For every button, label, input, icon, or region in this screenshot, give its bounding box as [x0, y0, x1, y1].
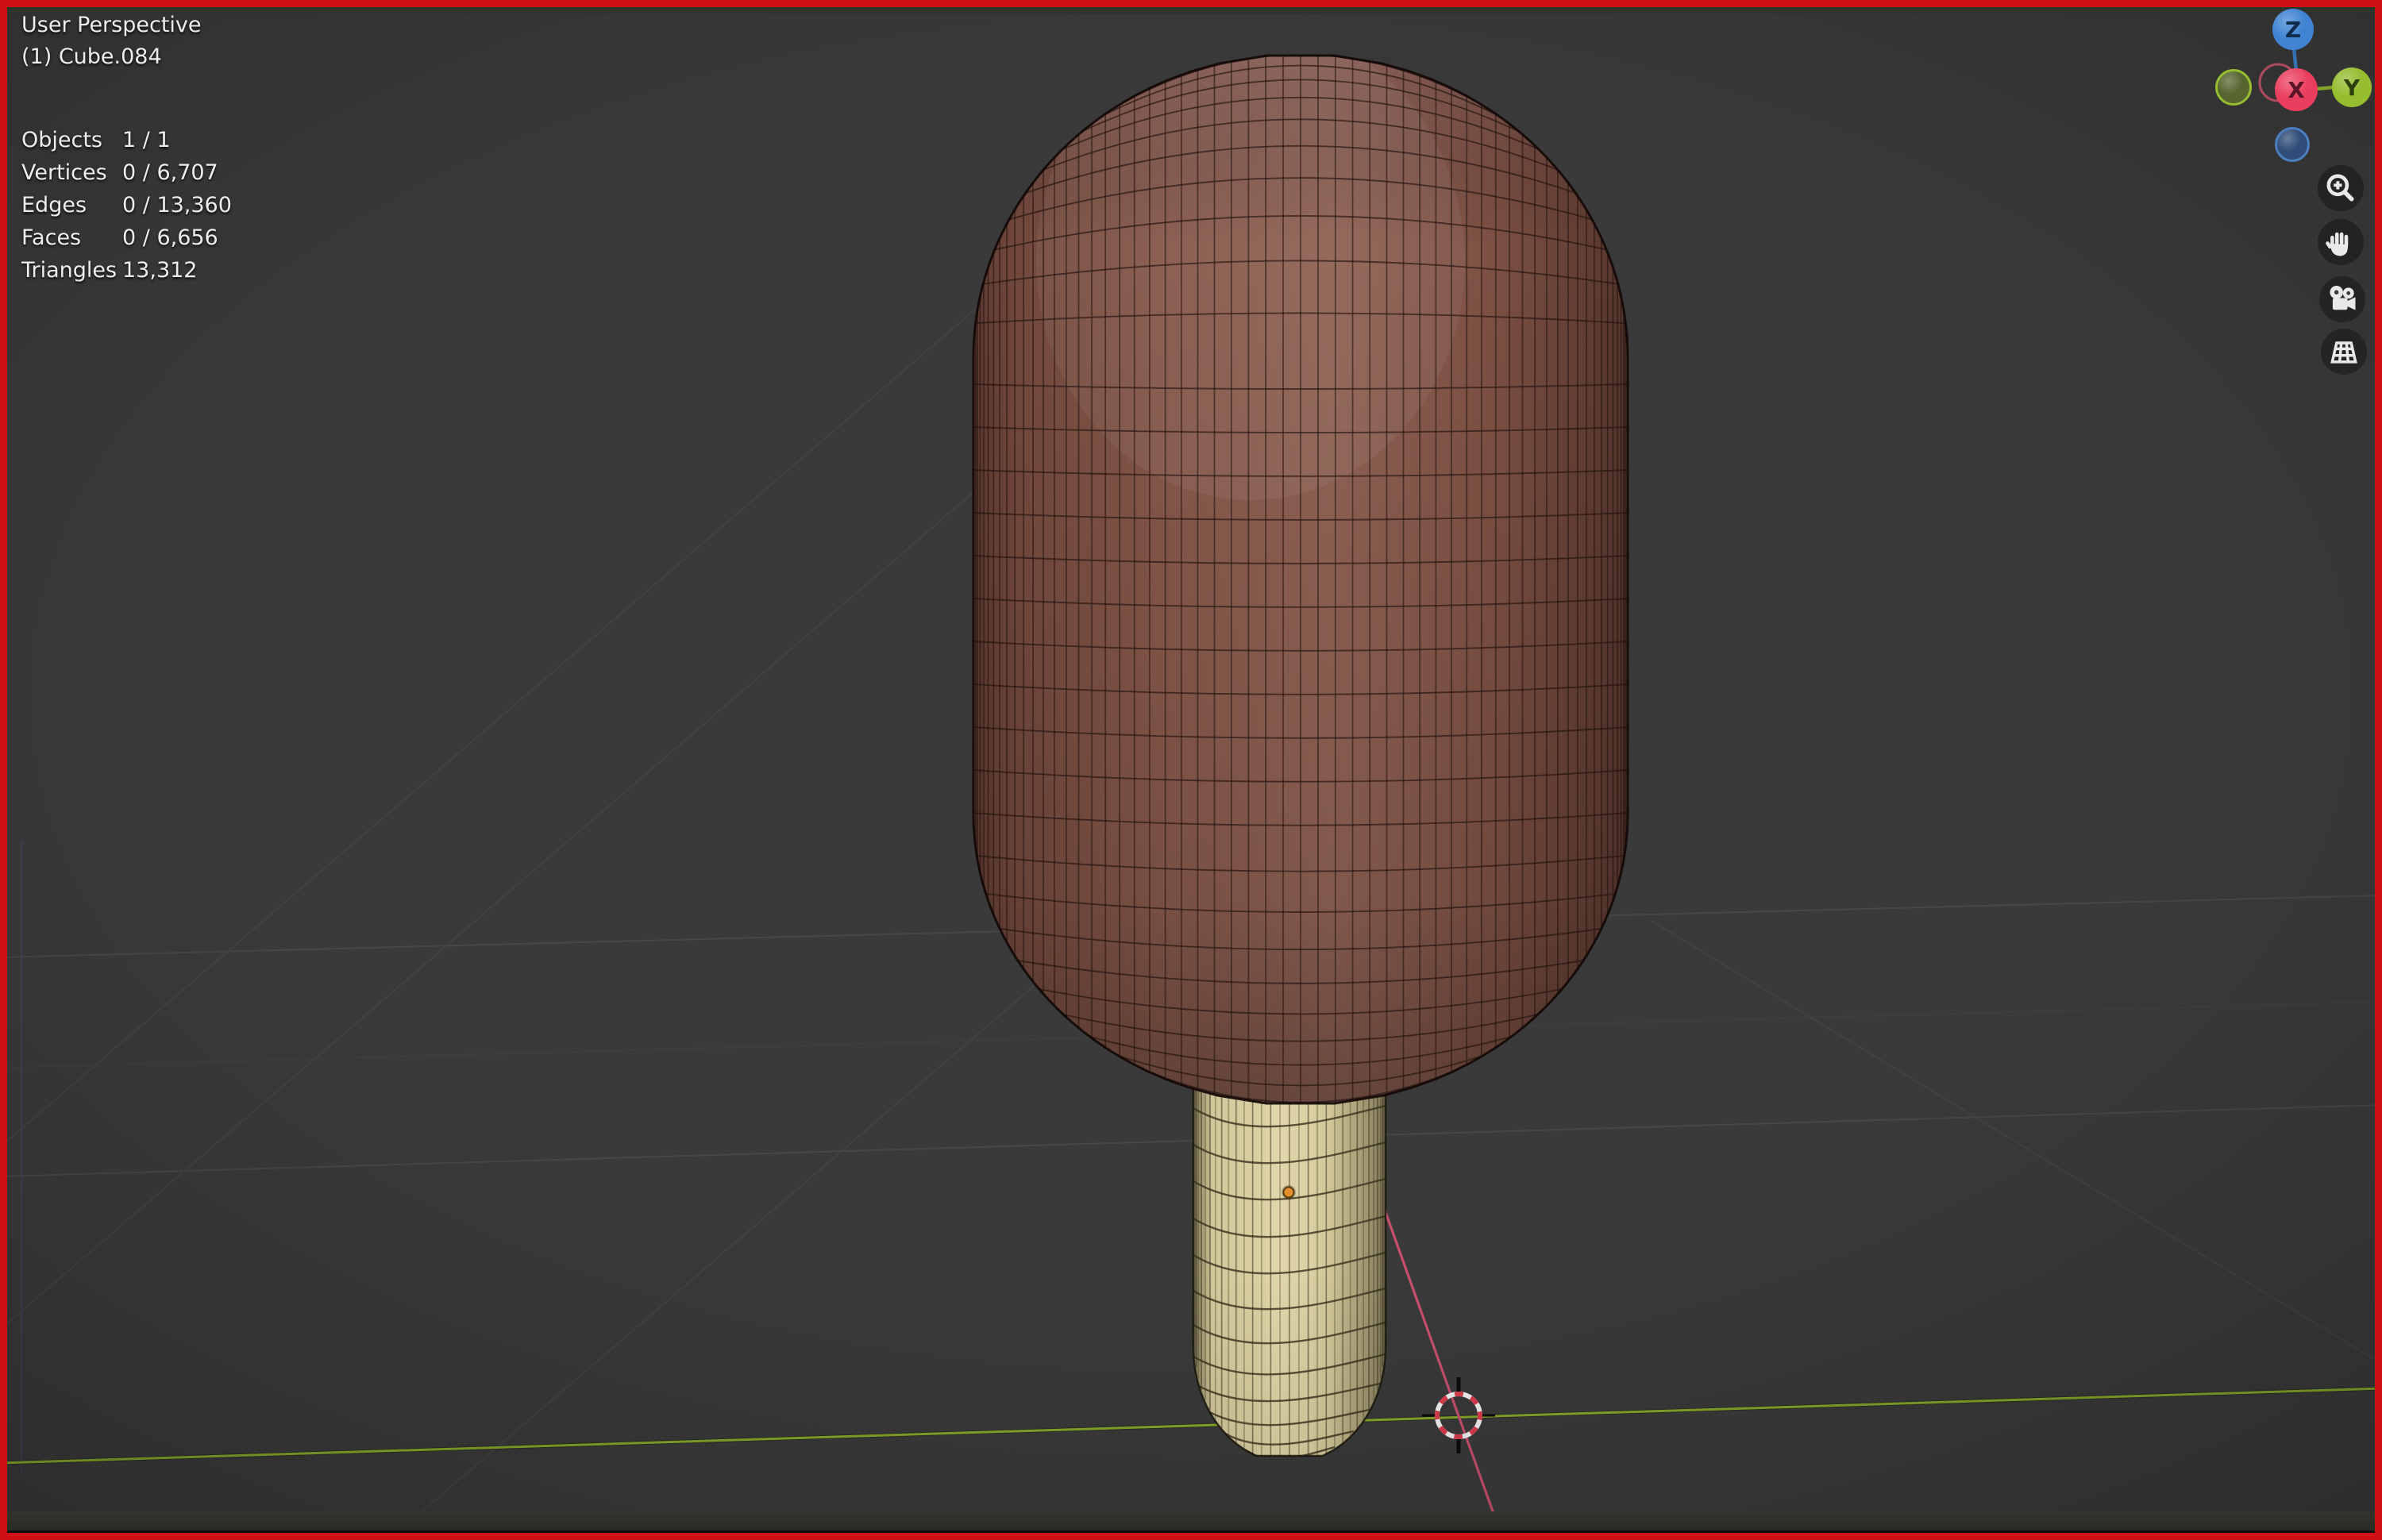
stat-value: 1 / 1 — [122, 128, 171, 152]
object-origin-dot[interactable] — [1282, 1185, 1296, 1199]
pan-button[interactable] — [2318, 219, 2364, 265]
gizmo-axis-neg-y-ball[interactable] — [2215, 69, 2252, 106]
blender-3d-viewport: User Perspective (1) Cube.084 Objects 1 … — [0, 0, 2382, 1540]
gizmo-axis-y-label: Y — [2343, 74, 2361, 101]
camera-view-button[interactable] — [2319, 276, 2365, 322]
stat-row-objects: Objects 1 / 1 — [21, 124, 232, 156]
stat-label: Triangles — [21, 258, 118, 283]
gizmo-axis-z-label: Z — [2284, 16, 2302, 43]
gizmo-axis-x-label: X — [2288, 76, 2305, 103]
zoom-in-magnifier-icon — [2326, 174, 2354, 202]
bottom-black-line — [7, 1530, 2375, 1533]
pan-hand-icon — [2326, 232, 2349, 256]
bottom-dark-band — [7, 1511, 2375, 1530]
zoom-button[interactable] — [2318, 165, 2364, 211]
popsicle-chocolate-body[interactable] — [972, 24, 1629, 1127]
statistics-overlay: Objects 1 / 1 Vertices 0 / 6,707 Edges 0… — [21, 124, 232, 287]
stat-row-edges: Edges 0 / 13,360 — [21, 189, 232, 221]
popsicle-stick[interactable] — [1192, 1054, 1387, 1469]
gizmo-axis-z-ball[interactable]: Z — [2272, 9, 2314, 50]
stat-label: Objects — [21, 128, 103, 152]
stat-row-triangles: Triangles 13,312 — [21, 254, 232, 287]
viewport-hud: User Perspective (1) Cube.084 Objects 1 … — [21, 10, 232, 287]
stat-label: Vertices — [21, 160, 107, 185]
top-dark-strip — [7, 7, 2375, 13]
view-perspective-label: User Perspective — [21, 13, 202, 37]
stat-value: 0 / 6,707 — [122, 160, 218, 185]
gizmo-axis-x-ball[interactable]: X — [2275, 68, 2318, 111]
active-object-label: (1) Cube.084 — [21, 44, 162, 69]
stat-value: 0 / 13,360 — [122, 193, 232, 218]
stat-row-faces: Faces 0 / 6,656 — [21, 221, 232, 254]
viewport-canvas[interactable] — [0, 0, 2382, 1540]
stat-value: 0 / 6,656 — [122, 225, 218, 250]
grid-floor-icon — [2330, 341, 2357, 364]
stat-label: Faces — [21, 225, 82, 250]
gizmo-axis-neg-z-ball[interactable] — [2275, 127, 2310, 162]
grid-floor-toggle-button[interactable] — [2321, 329, 2367, 375]
camera-view-icon — [2330, 285, 2356, 310]
gizmo-axis-y-ball[interactable]: Y — [2332, 67, 2372, 107]
stat-row-vertices: Vertices 0 / 6,707 — [21, 156, 232, 189]
stat-value: 13,312 — [122, 258, 198, 283]
stat-label: Edges — [21, 193, 87, 218]
